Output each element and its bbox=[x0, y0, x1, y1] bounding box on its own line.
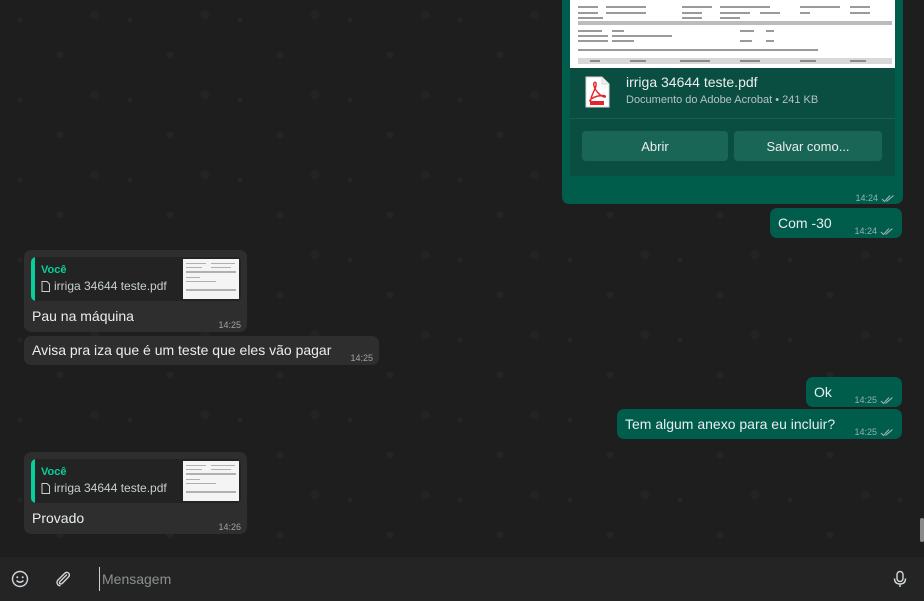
message-bubble-outgoing[interactable]: Com -30 14:24 bbox=[770, 208, 902, 238]
message-bubble-outgoing[interactable]: Ok 14:25 bbox=[806, 377, 902, 407]
open-button[interactable]: Abrir bbox=[582, 131, 728, 161]
pdf-file-icon bbox=[585, 76, 610, 108]
document-icon bbox=[41, 281, 50, 292]
message-text: Tem algum anexo para eu incluir? bbox=[625, 416, 836, 432]
quote-thumbnail bbox=[183, 259, 239, 299]
double-check-icon bbox=[880, 397, 893, 405]
chat-area[interactable]: irriga 34644 teste.pdf Documento do Adob… bbox=[0, 0, 924, 557]
double-check-icon bbox=[880, 228, 893, 236]
message-meta: 14:25 bbox=[854, 423, 894, 442]
message-meta: 14:25 bbox=[218, 316, 241, 335]
chat-scrollbar[interactable] bbox=[920, 518, 924, 542]
message-meta: 14:25 bbox=[350, 349, 373, 368]
pdf-message-bubble[interactable]: irriga 34644 teste.pdf Documento do Adob… bbox=[562, 0, 903, 204]
quote-file: irriga 34644 teste.pdf bbox=[41, 277, 167, 296]
paperclip-icon[interactable] bbox=[53, 569, 73, 589]
quoted-message[interactable]: Você irriga 34644 teste.pdf bbox=[31, 257, 241, 301]
message-bubble-incoming[interactable]: Você irriga 34644 teste.pdf Pau na máqui… bbox=[24, 250, 247, 332]
quote-file: irriga 34644 teste.pdf bbox=[41, 479, 167, 498]
double-check-icon bbox=[880, 429, 893, 437]
message-input[interactable] bbox=[99, 567, 859, 591]
message-text: Avisa pra iza que é um teste que eles vã… bbox=[32, 342, 332, 358]
message-text: Provado bbox=[32, 510, 85, 526]
pdf-file-info[interactable]: irriga 34644 teste.pdf Documento do Adob… bbox=[570, 68, 895, 118]
pdf-document-thumbnail bbox=[570, 0, 895, 68]
double-check-icon bbox=[881, 195, 894, 203]
document-icon bbox=[41, 483, 50, 494]
quote-accent-bar bbox=[31, 257, 35, 301]
microphone-icon[interactable] bbox=[890, 569, 910, 589]
message-time: 14:24 bbox=[855, 193, 878, 203]
message-bubble-outgoing[interactable]: Tem algum anexo para eu incluir? 14:25 bbox=[617, 409, 902, 439]
message-bubble-incoming[interactable]: Você irriga 34644 teste.pdf Provado 14:2… bbox=[24, 452, 247, 534]
quote-accent-bar bbox=[31, 459, 35, 503]
message-time: 14:25 bbox=[854, 395, 877, 405]
pdf-actions: Abrir Salvar como... bbox=[570, 118, 895, 176]
message-time: 14:25 bbox=[854, 427, 877, 437]
pdf-preview-image[interactable] bbox=[570, 0, 895, 68]
save-as-button[interactable]: Salvar como... bbox=[734, 131, 882, 161]
message-text: Com -30 bbox=[778, 215, 832, 231]
message-meta: 14:25 bbox=[854, 391, 894, 410]
emoji-icon[interactable] bbox=[10, 569, 30, 589]
quote-file-name: irriga 34644 teste.pdf bbox=[54, 481, 167, 495]
message-meta: 14:24 bbox=[854, 222, 894, 241]
quote-file-name: irriga 34644 teste.pdf bbox=[54, 279, 167, 293]
message-bubble-incoming[interactable]: Avisa pra iza que é um teste que eles vã… bbox=[24, 336, 379, 365]
message-text: Pau na máquina bbox=[32, 308, 134, 324]
message-meta: 14:24 bbox=[855, 189, 895, 208]
quoted-message[interactable]: Você irriga 34644 teste.pdf bbox=[31, 459, 241, 503]
message-meta: 14:26 bbox=[218, 518, 241, 537]
message-time: 14:25 bbox=[218, 320, 241, 330]
pdf-file-name: irriga 34644 teste.pdf bbox=[626, 74, 758, 90]
pdf-file-details: Documento do Adobe Acrobat • 241 KB bbox=[626, 94, 819, 106]
message-time: 14:26 bbox=[218, 522, 241, 532]
message-composer bbox=[0, 557, 924, 601]
message-time: 14:24 bbox=[854, 226, 877, 236]
quote-thumbnail bbox=[183, 461, 239, 501]
message-time: 14:25 bbox=[350, 353, 373, 363]
message-text: Ok bbox=[814, 384, 832, 400]
